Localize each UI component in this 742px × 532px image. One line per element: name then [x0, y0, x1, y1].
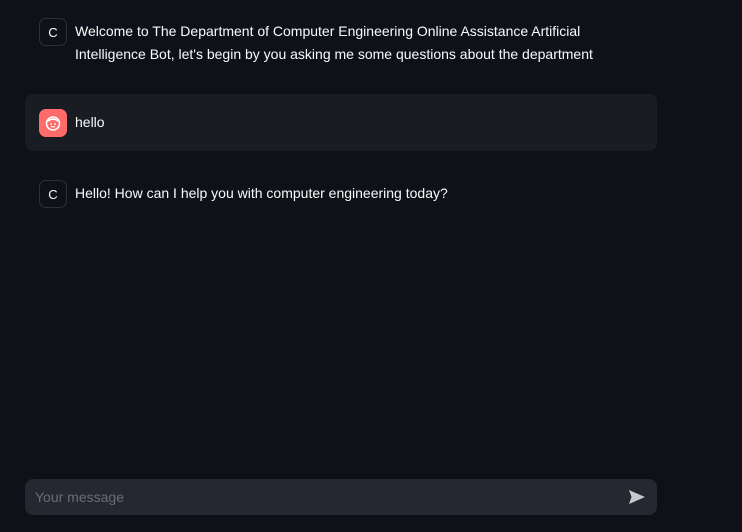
user-face-icon — [44, 114, 62, 132]
user-avatar — [39, 108, 67, 137]
assistant-avatar: C — [39, 18, 67, 46]
user-message: hello — [25, 94, 657, 151]
chat-message-input[interactable] — [33, 488, 625, 506]
assistant-message: C Hello! How can I help you with compute… — [25, 180, 657, 208]
assistant-avatar: C — [39, 180, 67, 208]
chat-app: C Welcome to The Department of Computer … — [0, 0, 742, 532]
assistant-avatar-letter: C — [48, 186, 58, 202]
message-text: hello — [75, 114, 105, 130]
chat-input-bar — [25, 479, 657, 515]
message-text: Hello! How can I help you with computer … — [75, 185, 448, 201]
message-text: Welcome to The Department of Computer En… — [75, 23, 593, 62]
send-arrow-icon — [628, 489, 646, 505]
assistant-avatar-letter: C — [48, 24, 58, 40]
send-button[interactable] — [625, 485, 649, 509]
assistant-message: C Welcome to The Department of Computer … — [25, 18, 657, 66]
